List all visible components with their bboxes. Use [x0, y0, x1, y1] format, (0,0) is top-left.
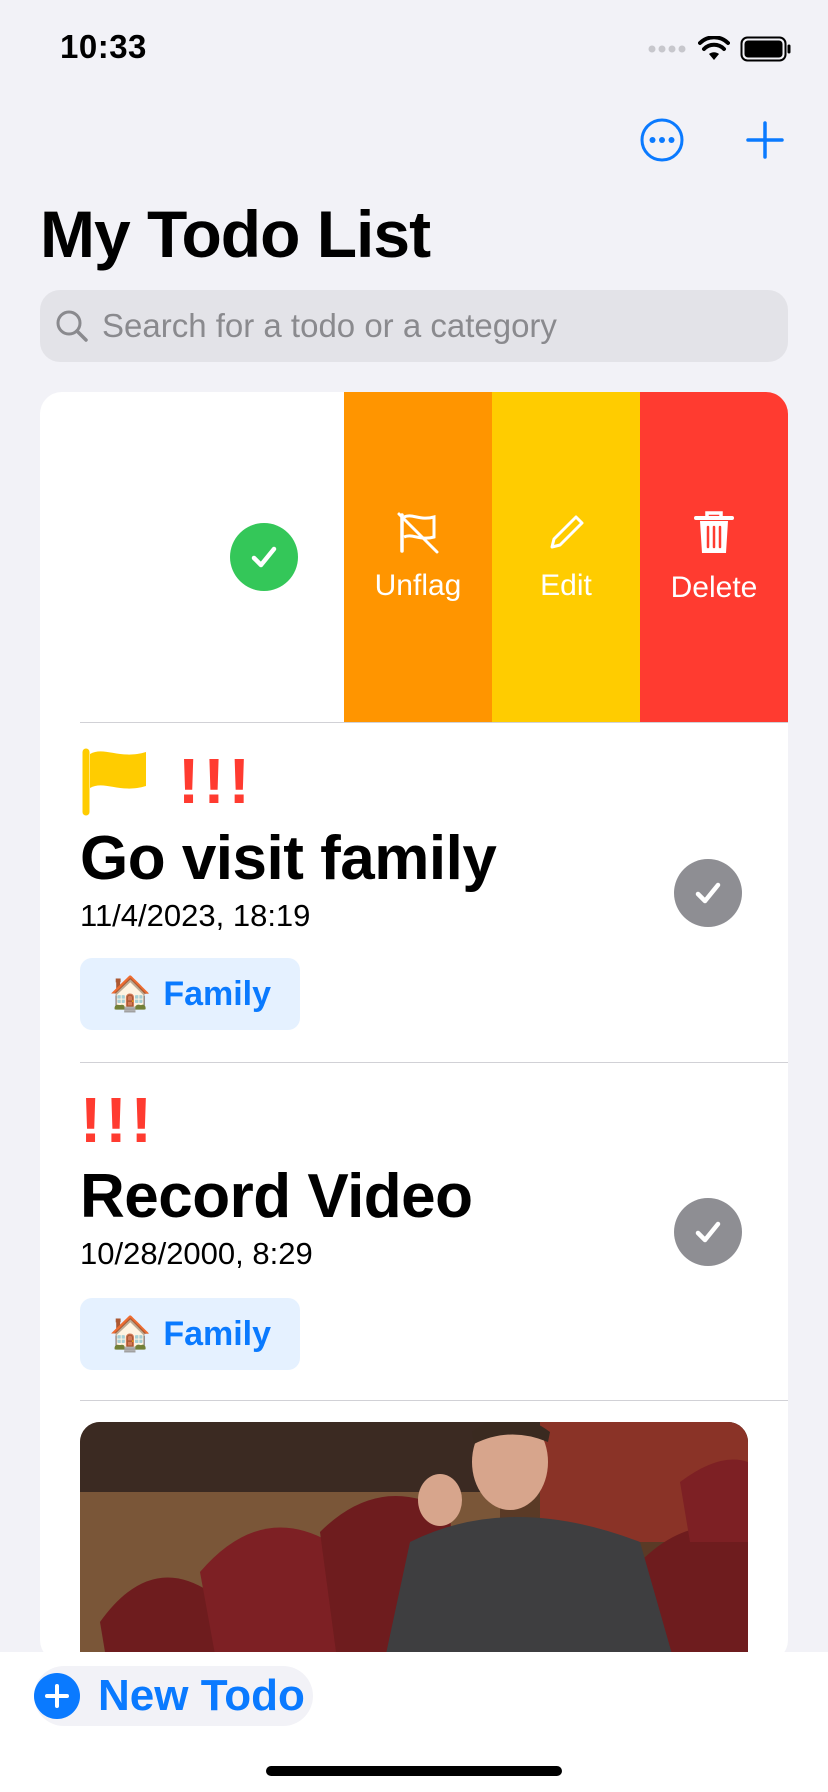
todo-title: Go visit family	[80, 824, 497, 893]
status-time: 10:33	[60, 28, 147, 65]
checkmark-icon	[695, 1221, 721, 1243]
priority-indicator: !!!	[178, 745, 254, 817]
unflag-label: Unflag	[374, 569, 462, 602]
category-chip[interactable]: 🏠 Family	[80, 1298, 300, 1370]
category-chip[interactable]: 🏠 Family	[80, 958, 300, 1030]
plus-icon	[746, 121, 784, 159]
priority-indicator: !!!	[80, 1084, 156, 1156]
trash-icon	[694, 511, 734, 553]
row-divider	[80, 1400, 788, 1401]
todo-date: 11/4/2023, 18:19	[80, 898, 311, 933]
edit-action[interactable]: Edit	[492, 392, 640, 722]
unflag-action[interactable]: Unflag	[344, 392, 492, 722]
checkmark-icon	[251, 546, 277, 568]
new-todo-button[interactable]: New Todo	[34, 1666, 313, 1726]
edit-label: Edit	[540, 569, 592, 602]
page-title: My Todo List	[40, 197, 431, 271]
search-icon	[56, 310, 88, 342]
complete-button[interactable]	[230, 523, 298, 591]
photo-image	[80, 1422, 748, 1662]
todo-indicators: !!!	[80, 746, 254, 816]
new-todo-label: New Todo	[98, 1671, 305, 1720]
search-bar[interactable]	[40, 290, 788, 362]
status-icons	[648, 34, 792, 64]
category-label: Family	[163, 1314, 272, 1353]
plus-circle-icon	[34, 1673, 80, 1719]
ellipsis-circle-icon	[640, 118, 684, 162]
complete-button[interactable]	[674, 1198, 742, 1266]
battery-icon	[740, 36, 791, 62]
add-button[interactable]	[737, 112, 793, 168]
complete-button[interactable]	[674, 859, 742, 927]
home-indicator	[266, 1766, 562, 1776]
wifi-icon	[698, 36, 730, 60]
search-input[interactable]	[100, 306, 764, 346]
flag-slash-icon	[397, 512, 439, 554]
pencil-icon	[550, 515, 584, 549]
todo-row[interactable]: !!! Record Video 10/28/2000, 8:29 🏠 Fami…	[40, 1062, 788, 1400]
plus-glyph	[45, 1684, 69, 1708]
todo-indicators: !!!	[80, 1088, 156, 1152]
category-label: Family	[163, 974, 272, 1013]
todo-list: Unflag Edit Delete !!! Go visit family 1…	[40, 392, 788, 1662]
house-icon: 🏠	[108, 975, 152, 1013]
todo-row[interactable]: !!! Go visit family 11/4/2023, 18:19 🏠 F…	[40, 722, 788, 1062]
swiped-todo-row[interactable]: Unflag Edit Delete	[40, 392, 788, 722]
flag-icon	[82, 748, 146, 816]
cellular-signal-icon	[648, 45, 686, 53]
checkmark-icon	[695, 882, 721, 904]
delete-label: Delete	[670, 571, 758, 604]
todo-photo[interactable]	[80, 1422, 748, 1662]
todo-title: Record Video	[80, 1162, 473, 1231]
house-icon: 🏠	[108, 1315, 152, 1353]
delete-action[interactable]: Delete	[640, 392, 788, 722]
more-button[interactable]	[634, 112, 690, 168]
todo-date: 10/28/2000, 8:29	[80, 1236, 313, 1271]
